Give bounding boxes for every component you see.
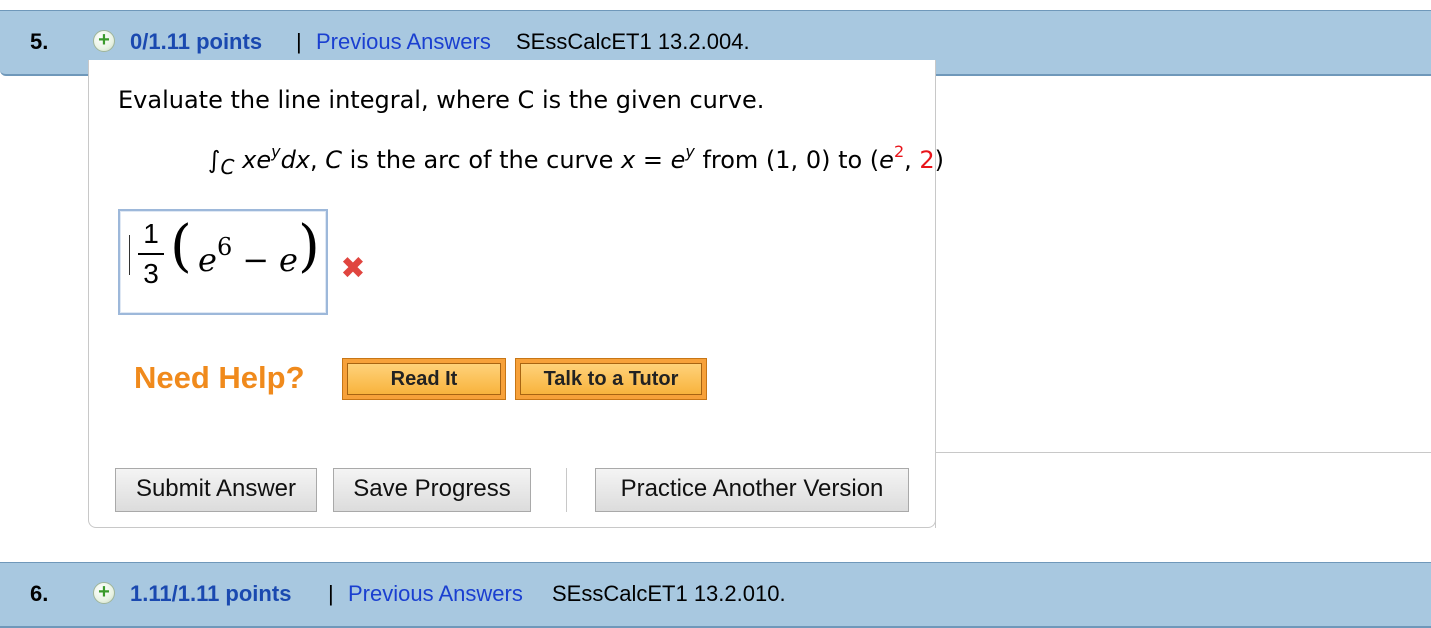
close-paren: ) bbox=[298, 214, 320, 279]
talk-to-tutor-label: Talk to a Tutor bbox=[520, 363, 702, 395]
practice-another-version-button[interactable]: Practice Another Version bbox=[595, 468, 909, 512]
read-it-button[interactable]: Read It bbox=[342, 358, 506, 400]
open-paren: ( bbox=[170, 214, 192, 279]
save-progress-button[interactable]: Save Progress bbox=[333, 468, 531, 512]
incorrect-x-icon: ✖ bbox=[340, 251, 366, 286]
answer-minus: − bbox=[242, 241, 270, 279]
fraction-numerator: 1 bbox=[143, 218, 159, 249]
comma: , bbox=[310, 146, 326, 174]
answer-input[interactable]: 1 3 ( e6− e ) bbox=[118, 209, 328, 315]
integrand-a: xe bbox=[242, 146, 272, 174]
question-code: SEssCalcET1 13.2.010. bbox=[552, 581, 786, 606]
header-separator: | bbox=[328, 581, 334, 606]
question-code: SEssCalcET1 13.2.004. bbox=[516, 29, 750, 54]
fraction-denominator: 3 bbox=[143, 258, 159, 289]
previous-answers-link[interactable]: Previous Answers bbox=[348, 581, 523, 607]
expand-plus-icon[interactable]: + bbox=[93, 30, 115, 52]
points-link[interactable]: 1.11/1.11 points bbox=[130, 581, 291, 607]
curve-text: is the arc of the curve bbox=[342, 146, 621, 174]
equals: = bbox=[635, 146, 671, 174]
divider bbox=[935, 452, 1431, 453]
close-paren: ) bbox=[934, 146, 945, 174]
from-text: from (1, 0) to ( bbox=[694, 146, 880, 174]
question-number: 6. bbox=[30, 581, 49, 606]
button-separator bbox=[566, 468, 567, 512]
e-var: e bbox=[670, 146, 686, 174]
integral-symbol: ∫ bbox=[208, 146, 221, 174]
header-separator: | bbox=[296, 29, 302, 54]
divider bbox=[935, 452, 936, 528]
points-link[interactable]: 0/1.11 points bbox=[130, 29, 262, 55]
answer-expression: e6− e bbox=[198, 233, 298, 279]
fraction: 1 3 bbox=[138, 217, 164, 291]
comma2: , bbox=[904, 146, 920, 174]
need-help-label: Need Help? bbox=[134, 360, 305, 395]
answer-tail: e bbox=[279, 241, 298, 279]
expand-plus-icon[interactable]: + bbox=[93, 582, 115, 604]
answer-base: e bbox=[198, 241, 217, 279]
curve-var: C bbox=[325, 146, 343, 174]
talk-to-tutor-button[interactable]: Talk to a Tutor bbox=[515, 358, 707, 400]
previous-answers-link[interactable]: Previous Answers bbox=[316, 29, 491, 55]
e-sup: y bbox=[685, 142, 695, 161]
integral-subscript: C bbox=[220, 155, 235, 179]
question-number: 5. bbox=[30, 29, 49, 54]
prompt-text: Evaluate the line integral, where C is t… bbox=[118, 86, 765, 114]
text-caret bbox=[129, 235, 130, 275]
end-y: 2 bbox=[919, 146, 935, 174]
e-end: e bbox=[879, 146, 894, 174]
integral-statement: ∫C xeydx, C is the arc of the curve x = … bbox=[208, 144, 945, 180]
integrand-b: dx bbox=[280, 146, 310, 174]
fraction-bar bbox=[138, 253, 164, 255]
x-var: x bbox=[621, 146, 636, 174]
question-6-header: 6. + 1.11/1.11 points | Previous Answers… bbox=[0, 562, 1431, 628]
read-it-label: Read It bbox=[347, 363, 501, 395]
question-prompt: Evaluate the line integral, where C is t… bbox=[118, 86, 764, 114]
answer-exponent: 6 bbox=[216, 233, 233, 261]
integrand-sup: y bbox=[271, 142, 281, 161]
submit-answer-button[interactable]: Submit Answer bbox=[115, 468, 317, 512]
e-end-sup: 2 bbox=[893, 142, 905, 161]
